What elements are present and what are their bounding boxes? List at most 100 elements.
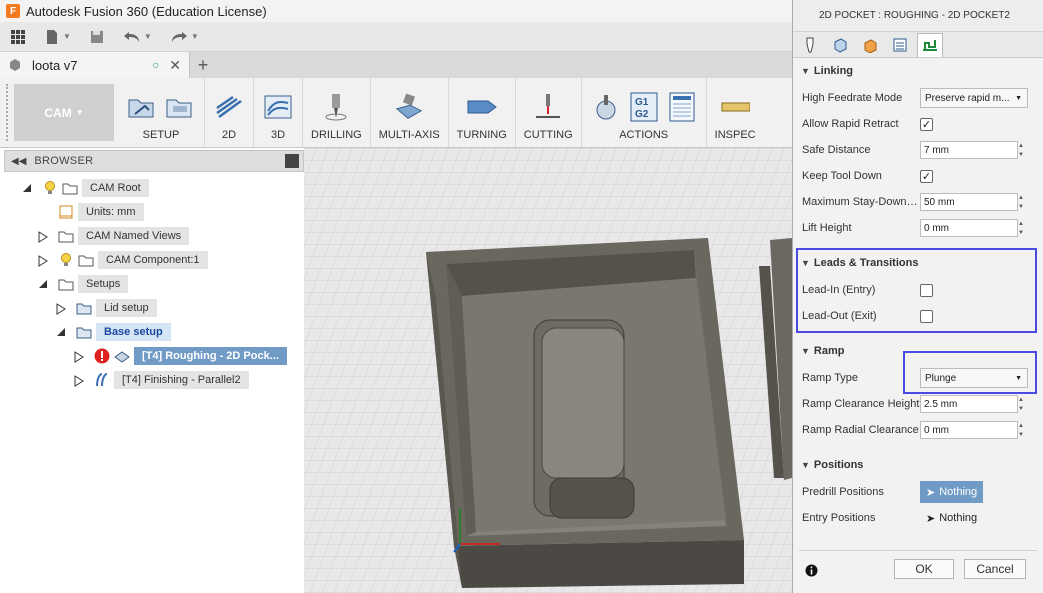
cancel-button[interactable]: Cancel [964, 559, 1026, 579]
data-panel-grid-icon[interactable] [10, 29, 26, 45]
dialog-header[interactable]: 2D POCKET : ROUGHING - 2D POCKET2 [793, 0, 1043, 32]
turning-icon[interactable] [466, 91, 498, 123]
pin-panel-icon[interactable] [285, 154, 299, 168]
lightbulb-icon[interactable] [42, 180, 58, 196]
tab-linking[interactable] [917, 32, 943, 57]
post-process-g1g2-icon[interactable]: G1 G2 [628, 91, 660, 123]
spinner-icon[interactable]: ▲ ▼ [1017, 396, 1025, 414]
tree-node-finishing[interactable]: [T4] Finishing - Parallel2 [74, 370, 249, 390]
toolbar-group-cutting[interactable]: CUTTING [516, 78, 582, 147]
browser-header[interactable]: ◀◀ BROWSER [4, 150, 304, 172]
collapse-browser-icon[interactable]: ◀◀ [11, 156, 26, 167]
document-tab[interactable]: loota v7 ○ ✕ [0, 52, 190, 78]
row-lead-out: Lead-Out (Exit) [802, 306, 1032, 326]
lightbulb-icon[interactable] [58, 252, 74, 268]
cutting-icon[interactable] [532, 91, 564, 123]
toolbar-group-setup[interactable]: SETUP [118, 78, 205, 147]
close-tab-icon[interactable]: ✕ [169, 57, 181, 74]
toolbar-group-3d[interactable]: 3D [254, 78, 303, 147]
toolbar-group-multi-axis[interactable]: MULTI-AXIS [371, 78, 449, 147]
tab-tool[interactable] [797, 33, 823, 57]
selector-value: Nothing [939, 512, 978, 524]
ramp-clearance-height-input[interactable]: 2.5 mm ▲ ▼ [920, 395, 1024, 413]
section-ramp[interactable]: ▼ Ramp [801, 345, 844, 357]
tree-node-roughing[interactable]: [T4] Roughing - 2D Pock... [74, 346, 287, 366]
toolbar-group-label: 2D [221, 129, 237, 141]
field-label: Ramp Radial Clearance [802, 424, 919, 436]
toolbar-grip[interactable] [6, 84, 12, 141]
section-positions[interactable]: ▼ Positions [801, 459, 863, 471]
2d-toolpath-icon[interactable] [213, 91, 245, 123]
toolbar-group-2d[interactable]: 2D [205, 78, 254, 147]
ramp-radial-clearance-input[interactable]: 0 mm ▲ ▼ [920, 421, 1024, 439]
field-label: Predrill Positions [802, 486, 884, 498]
drilling-icon[interactable] [320, 91, 352, 123]
collapse-arrow-icon[interactable] [56, 327, 66, 337]
setup-sheet-doc-icon[interactable] [666, 91, 698, 123]
expand-arrow-icon[interactable] [74, 375, 84, 387]
info-icon[interactable] [805, 564, 818, 580]
spinner-icon[interactable]: ▲ ▼ [1017, 194, 1025, 212]
save-icon[interactable] [89, 29, 105, 45]
expand-arrow-icon[interactable] [56, 303, 66, 315]
predrill-positions-selector[interactable]: ➤ Nothing [920, 481, 984, 503]
undo-icon[interactable]: ▼ [123, 30, 152, 44]
file-menu-icon[interactable]: ▼ [44, 29, 71, 45]
workspace-switcher[interactable]: CAM ▼ [14, 84, 114, 141]
field-label: Maximum Stay-Down Distance [802, 196, 920, 208]
inspect-ruler-icon[interactable] [719, 91, 751, 123]
toolbar-group-inspect[interactable]: INSPEC [707, 78, 764, 147]
spinner-icon[interactable]: ▲ ▼ [1017, 422, 1025, 440]
multi-axis-icon[interactable] [393, 91, 425, 123]
collapse-triangle-icon: ▼ [801, 258, 810, 268]
high-feedrate-mode-select[interactable]: Preserve rapid m... ▼ [920, 88, 1028, 108]
sync-status-icon: ○ [152, 58, 160, 72]
section-linking[interactable]: ▼ Linking [801, 65, 853, 77]
expand-arrow-icon[interactable] [38, 231, 48, 243]
collapse-arrow-icon[interactable] [22, 183, 32, 193]
safe-distance-input[interactable]: 7 mm ▲ ▼ [920, 141, 1024, 159]
lead-in-checkbox[interactable] [920, 283, 933, 297]
3d-toolpath-icon[interactable] [262, 91, 294, 123]
input-value: 50 mm [924, 196, 955, 208]
row-ramp-radial-clearance: Ramp Radial Clearance 0 mm ▲ ▼ [802, 420, 1032, 440]
tree-node-lid-setup[interactable]: Lid setup [56, 298, 157, 318]
lift-height-input[interactable]: 0 mm ▲ ▼ [920, 219, 1024, 237]
toolbar-group-turning[interactable]: TURNING [449, 78, 516, 147]
field-label: Lift Height [802, 222, 852, 234]
allow-rapid-retract-checkbox[interactable]: ✓ [920, 117, 933, 131]
ramp-type-select[interactable]: Plunge ▼ [920, 368, 1028, 388]
spinner-icon[interactable]: ▲ ▼ [1017, 220, 1025, 238]
redo-icon[interactable]: ▼ [170, 30, 199, 44]
ok-button[interactable]: OK [894, 559, 954, 579]
tree-node-base-setup[interactable]: Base setup [56, 322, 171, 342]
setup-sheet-icon[interactable] [164, 91, 196, 123]
keep-tool-down-checkbox[interactable]: ✓ [920, 169, 933, 183]
tab-passes[interactable] [887, 33, 913, 57]
section-leads[interactable]: ▼ Leads & Transitions [801, 257, 918, 269]
toolbar-group-drilling[interactable]: DRILLING [303, 78, 371, 147]
row-ramp-clearance-height: Ramp Clearance Height 2.5 mm ▲ ▼ [802, 394, 1032, 414]
expand-arrow-icon[interactable] [74, 351, 84, 363]
tree-node-label: [T4] Finishing - Parallel2 [114, 371, 249, 389]
tree-node-component[interactable]: CAM Component:1 [38, 250, 208, 270]
expand-arrow-icon[interactable] [38, 255, 48, 267]
simulate-icon[interactable] [590, 91, 622, 123]
tab-heights[interactable] [857, 33, 883, 57]
tree-node-setups[interactable]: Setups [38, 274, 129, 294]
max-stay-down-input[interactable]: 50 mm ▲ ▼ [920, 193, 1024, 211]
setup-folder-icon[interactable] [126, 91, 158, 123]
tree-node-named-views[interactable]: CAM Named Views [38, 226, 190, 246]
toolbar-group-actions[interactable]: G1 G2 ACTIONS [582, 78, 707, 147]
lead-out-checkbox[interactable] [920, 309, 933, 323]
parallel-operation-icon [94, 372, 110, 388]
tree-node-cam-root[interactable]: CAM Root [22, 178, 149, 198]
tree-node-units[interactable]: Units: mm [58, 202, 144, 222]
entry-positions-selector[interactable]: ➤ Nothing [920, 507, 983, 529]
collapse-arrow-icon[interactable] [38, 279, 48, 289]
tab-geometry[interactable] [827, 33, 853, 57]
3d-viewport[interactable] [304, 148, 792, 593]
new-tab-button[interactable]: + [190, 52, 216, 78]
browser-title: BROWSER [34, 155, 94, 167]
spinner-icon[interactable]: ▲ ▼ [1017, 142, 1025, 160]
